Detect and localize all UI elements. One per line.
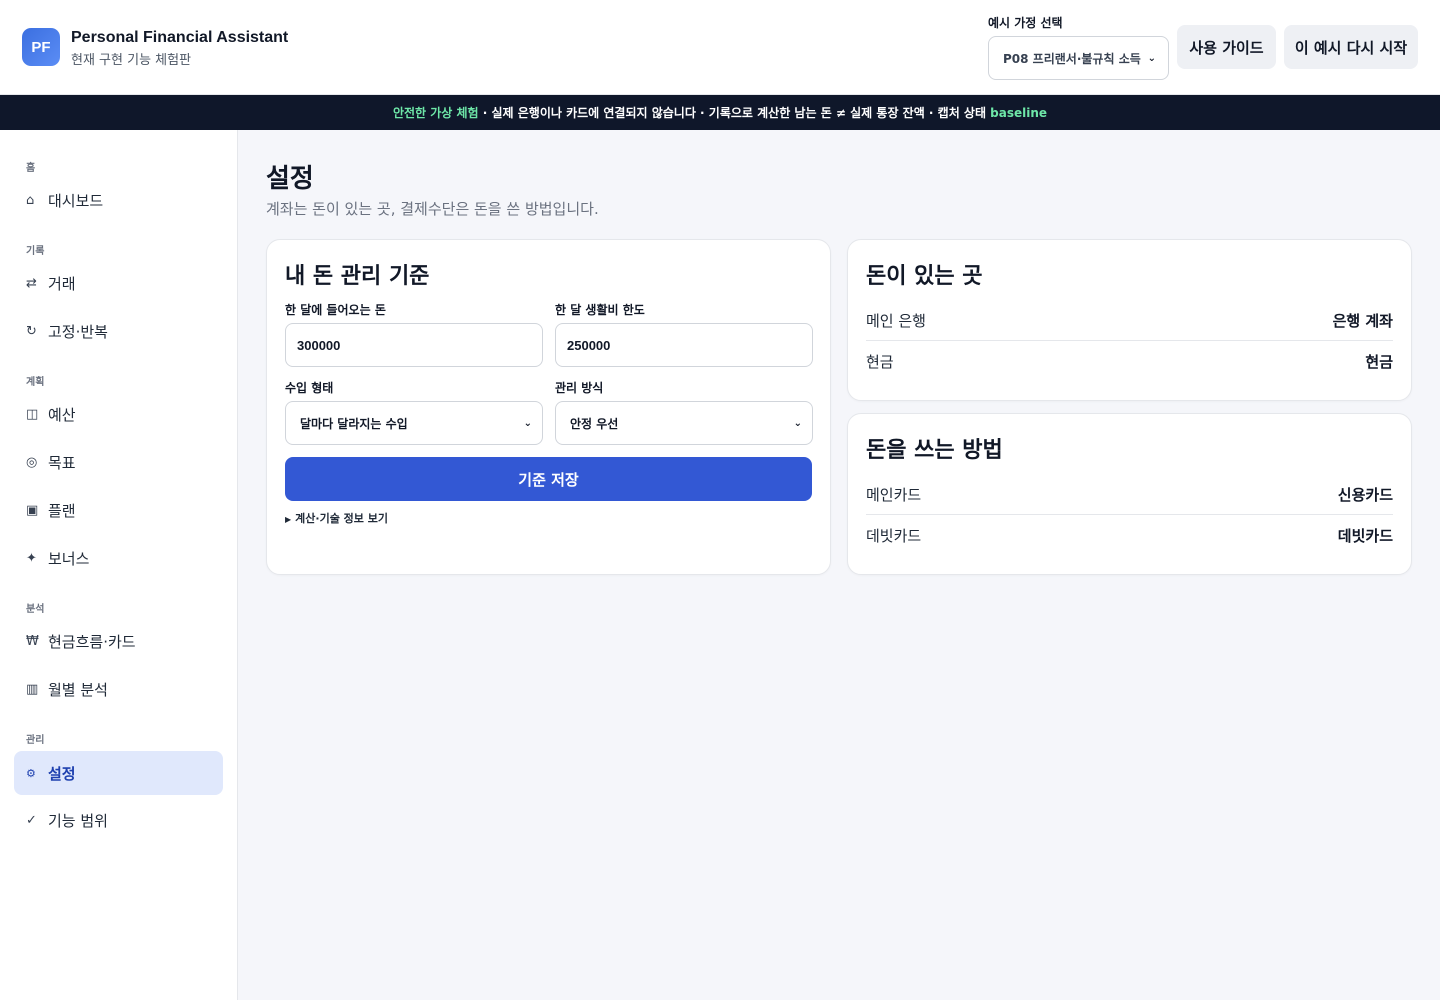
target-icon: ◎ xyxy=(26,454,38,470)
sidebar-item-monthly[interactable]: ▥ 월별 분석 xyxy=(14,667,223,711)
account-type: 현금 xyxy=(1365,353,1393,371)
chevron-down-icon: ⌄ xyxy=(1147,52,1156,64)
sidebar-item-label: 목표 xyxy=(48,453,76,472)
management-mode-label: 관리 방식 xyxy=(555,381,604,395)
sidebar-section-home: 홈 xyxy=(26,163,36,174)
sidebar-item-plan[interactable]: ▣ 플랜 xyxy=(14,488,223,532)
sidebar-item-bonus[interactable]: ✦ 보너스 xyxy=(14,536,223,580)
payment-type: 데빗카드 xyxy=(1337,527,1393,545)
app-subtitle: 현재 구현 기능 체험판 xyxy=(71,53,192,68)
payment-type: 신용카드 xyxy=(1337,485,1393,504)
living-limit-input[interactable] xyxy=(555,323,813,367)
sidebar-section-analysis: 분석 xyxy=(26,604,45,615)
banner-state: baseline xyxy=(990,105,1048,120)
card-title: 돈을 쓰는 방법 xyxy=(866,438,1003,463)
repeat-icon: ↻ xyxy=(26,323,37,339)
income-type-select[interactable]: 달마다 달라지는 수입 ⌄ xyxy=(285,401,543,445)
page-subtitle: 계좌는 돈이 있는 곳, 결제수단은 돈을 쓴 방법입니다. xyxy=(266,200,599,218)
payment-name: 메인카드 xyxy=(866,485,922,504)
page-title: 설정 xyxy=(266,164,314,194)
money-standards-card: 내 돈 관리 기준 한 달에 들어오는 돈 한 달 생활비 한도 수입 형태 달… xyxy=(266,239,831,575)
payment-methods-card: 돈을 쓰는 방법 메인카드 신용카드 데빗카드 데빗카드 xyxy=(847,413,1412,575)
management-mode-select[interactable]: 안정 우선 ⌄ xyxy=(555,401,813,445)
sidebar-item-cashflow[interactable]: ₩ 현금흐름·카드 xyxy=(14,619,223,663)
persona-select[interactable]: P08 프리랜서·불규칙 소득 ⌄ xyxy=(988,36,1169,80)
sidebar-item-settings[interactable]: ⚙ 설정 xyxy=(14,751,223,795)
tech-details-toggle[interactable]: ▶ 계산·기술 정보 보기 xyxy=(285,510,388,526)
tech-details-label: 계산·기술 정보 보기 xyxy=(295,512,388,525)
sidebar-item-label: 거래 xyxy=(48,274,76,293)
sidebar-item-scope[interactable]: ✓ 기능 범위 xyxy=(14,798,223,842)
transfer-icon: ⇄ xyxy=(26,275,37,291)
sidebar-section-records: 기록 xyxy=(26,246,45,257)
app-header: PF Personal Financial Assistant 현재 구현 기능… xyxy=(0,0,1440,95)
sidebar-item-recurring[interactable]: ↻ 고정·반복 xyxy=(14,309,223,353)
sidebar-section-manage: 관리 xyxy=(26,735,45,746)
sidebar-item-transactions[interactable]: ⇄ 거래 xyxy=(14,261,223,305)
monthly-income-input[interactable] xyxy=(285,323,543,367)
sidebar-item-goals[interactable]: ◎ 목표 xyxy=(14,440,223,484)
sidebar-item-label: 대시보드 xyxy=(48,191,104,210)
app-title: Personal Financial Assistant xyxy=(71,29,289,46)
sidebar: 홈 ⌂ 대시보드 기록 ⇄ 거래 ↻ 고정·반복 계획 ◫ 예산 ◎ 목표 ▣ … xyxy=(0,130,238,1000)
persona-select-value: P08 프리랜서·불규칙 소득 xyxy=(1003,51,1141,66)
account-row: 메인 은행 은행 계좌 xyxy=(866,300,1393,341)
account-name: 현금 xyxy=(866,353,894,371)
income-type-label: 수입 형태 xyxy=(285,381,334,395)
bars-icon: ▥ xyxy=(26,681,39,697)
persona-select-label: 예시 가정 선택 xyxy=(988,16,1063,30)
payment-row: 메인카드 신용카드 xyxy=(866,474,1393,515)
safety-banner: 안전한 가상 체험 · 실제 은행이나 카드에 연결되지 않습니다 · 기록으로… xyxy=(0,95,1440,130)
banner-text: · 실제 은행이나 카드에 연결되지 않습니다 · 기록으로 계산한 남는 돈 … xyxy=(478,106,991,120)
sidebar-item-label: 기능 범위 xyxy=(48,811,108,830)
restart-example-button[interactable]: 이 예시 다시 시작 xyxy=(1284,25,1418,69)
home-icon: ⌂ xyxy=(26,192,35,208)
chevron-down-icon: ⌄ xyxy=(793,417,802,429)
plan-icon: ▣ xyxy=(26,502,39,518)
account-type: 은행 계좌 xyxy=(1332,311,1393,330)
card-title: 돈이 있는 곳 xyxy=(866,264,983,289)
management-mode-value: 안정 우선 xyxy=(570,416,619,431)
accounts-card: 돈이 있는 곳 메인 은행 은행 계좌 현금 현금 xyxy=(847,239,1412,401)
sidebar-item-budget[interactable]: ◫ 예산 xyxy=(14,392,223,436)
sidebar-item-label: 예산 xyxy=(48,405,76,424)
banner-highlight: 안전한 가상 체험 xyxy=(392,106,479,120)
guide-button[interactable]: 사용 가이드 xyxy=(1177,25,1276,69)
living-limit-label: 한 달 생활비 한도 xyxy=(555,303,645,317)
monthly-income-label: 한 달에 들어오는 돈 xyxy=(285,303,386,317)
app-logo: PF xyxy=(22,28,60,66)
sidebar-item-label: 설정 xyxy=(48,764,76,783)
sidebar-item-dashboard[interactable]: ⌂ 대시보드 xyxy=(14,178,223,222)
save-standards-button[interactable]: 기준 저장 xyxy=(285,457,812,501)
sidebar-item-label: 플랜 xyxy=(48,501,76,520)
payment-row: 데빗카드 데빗카드 xyxy=(866,515,1393,556)
payment-name: 데빗카드 xyxy=(866,527,922,545)
sparkle-icon: ✦ xyxy=(26,550,37,566)
card-title: 내 돈 관리 기준 xyxy=(285,264,430,289)
sidebar-item-label: 고정·반복 xyxy=(48,322,108,341)
chevron-down-icon: ⌄ xyxy=(523,417,532,429)
account-name: 메인 은행 xyxy=(866,311,926,330)
caret-right-icon: ▶ xyxy=(285,515,292,524)
sidebar-item-label: 보너스 xyxy=(48,549,90,568)
sidebar-item-label: 현금흐름·카드 xyxy=(48,632,136,651)
budget-icon: ◫ xyxy=(26,406,39,422)
account-row: 현금 현금 xyxy=(866,341,1393,382)
check-icon: ✓ xyxy=(26,812,37,828)
won-icon: ₩ xyxy=(26,633,39,649)
sidebar-item-label: 월별 분석 xyxy=(48,680,108,699)
sidebar-section-plan: 계획 xyxy=(26,377,45,388)
gear-icon: ⚙ xyxy=(26,766,36,780)
income-type-value: 달마다 달라지는 수입 xyxy=(300,416,408,431)
